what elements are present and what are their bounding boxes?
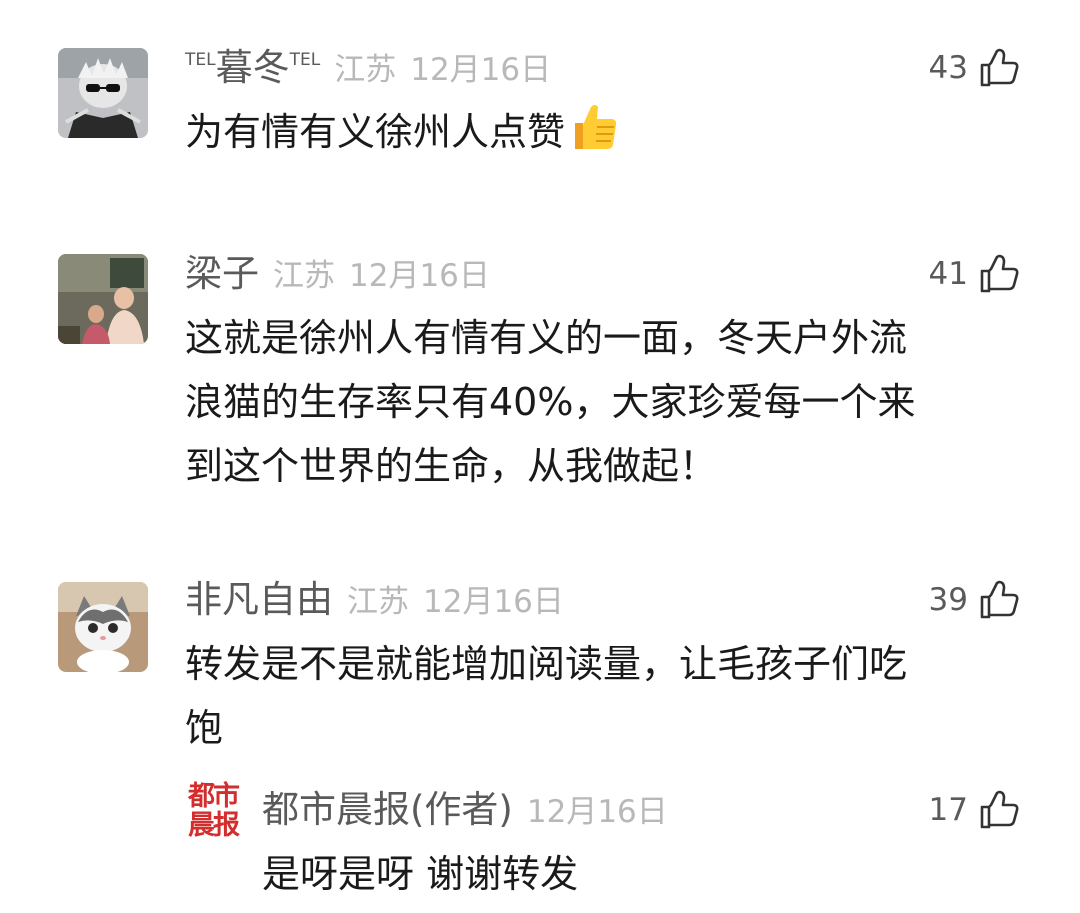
like-count: 39 (928, 582, 968, 618)
username[interactable]: 暮冬 (216, 46, 290, 89)
location: 江苏 (273, 258, 335, 294)
like-button[interactable]: 41 (929, 254, 1020, 294)
comment-date: 12月16日 (349, 258, 490, 294)
reply-text: 是呀是呀 谢谢转发 (262, 842, 578, 906)
like-count: 17 (928, 792, 968, 828)
like-count: 43 (928, 50, 968, 86)
family-photo-avatar (58, 254, 148, 344)
like-button[interactable]: 17 (929, 790, 1020, 830)
reply-body: 是呀是呀 谢谢转发 (262, 852, 579, 896)
username[interactable]: 梁子 (185, 252, 259, 295)
comment-item: 非凡自由 江苏 12月16日 39 转发是不是就能增加阅读量，让毛孩子们吃 饱 (0, 560, 1080, 760)
logo-text-top: 都市 (188, 781, 240, 812)
comment-date: 12月16日 (423, 584, 564, 620)
comment-item: 梁子 江苏 12月16日 41 这就是徐州人有情有义的一面，冬天户外流 浪猫的生存率… (0, 230, 1080, 510)
location: 江苏 (334, 52, 397, 88)
comment-meta: 非凡自由 江苏 12月16日 (185, 578, 564, 621)
comment-line: 浪猫的生存率只有40%，大家珍爱每一个来 (185, 380, 916, 424)
location: 江苏 (347, 584, 409, 620)
thumbs-up-icon (980, 254, 1019, 293)
user-avatar[interactable] (58, 48, 148, 138)
user-avatar[interactable] (58, 254, 148, 344)
like-count: 41 (928, 256, 968, 292)
reply-meta: 都市晨报(作者) 12月16日 (262, 788, 668, 831)
comment-line: 这就是徐州人有情有义的一面，冬天户外流 (185, 316, 908, 360)
comment-line: 饱 (185, 706, 224, 750)
publisher-logo[interactable]: 都市 晨报 (184, 782, 242, 842)
username-suffix: TEL (289, 50, 321, 70)
author-reply: 都市 晨报 都市晨报(作者) 12月16日 17 是呀是呀 谢谢转发 (0, 770, 1080, 913)
comment-meta: TEL暮冬TEL 江苏 12月16日 (185, 46, 552, 89)
reply-date: 12月16日 (526, 794, 668, 830)
like-button[interactable]: 43 (929, 48, 1020, 88)
comment-meta: 梁子 江苏 12月16日 (185, 252, 490, 295)
thumbs-up-icon (980, 790, 1019, 829)
like-button[interactable]: 39 (929, 580, 1020, 620)
comment-line: 转发是不是就能增加阅读量，让毛孩子们吃 (185, 642, 908, 686)
comment-text: 这就是徐州人有情有义的一面，冬天户外流 浪猫的生存率只有40%，大家珍爱每一个来… (185, 306, 915, 498)
comment-item: TEL暮冬TEL 江苏 12月16日 43 为有情有义徐州人点赞 (0, 0, 1080, 210)
thumbs-up-icon (980, 580, 1019, 619)
cat-photo-avatar (58, 582, 148, 672)
anime-character-avatar (58, 48, 148, 138)
comment-text: 转发是不是就能增加阅读量，让毛孩子们吃 饱 (185, 632, 907, 760)
thumbs-up-icon (980, 48, 1019, 87)
logo-text-bottom: 晨报 (188, 810, 240, 841)
comment-text: 为有情有义徐州人点赞 (185, 100, 619, 172)
username-prefix: TEL (185, 50, 216, 70)
comment-date: 12月16日 (410, 52, 552, 88)
comment-body: 为有情有义徐州人点赞 (185, 110, 566, 154)
author-name[interactable]: 都市晨报(作者) (262, 788, 513, 831)
user-avatar[interactable] (58, 582, 148, 672)
comment-line: 到这个世界的生命，从我做起！ (185, 444, 718, 488)
username[interactable]: 非凡自由 (185, 578, 333, 621)
thumbs-up-emoji-icon (567, 101, 619, 172)
